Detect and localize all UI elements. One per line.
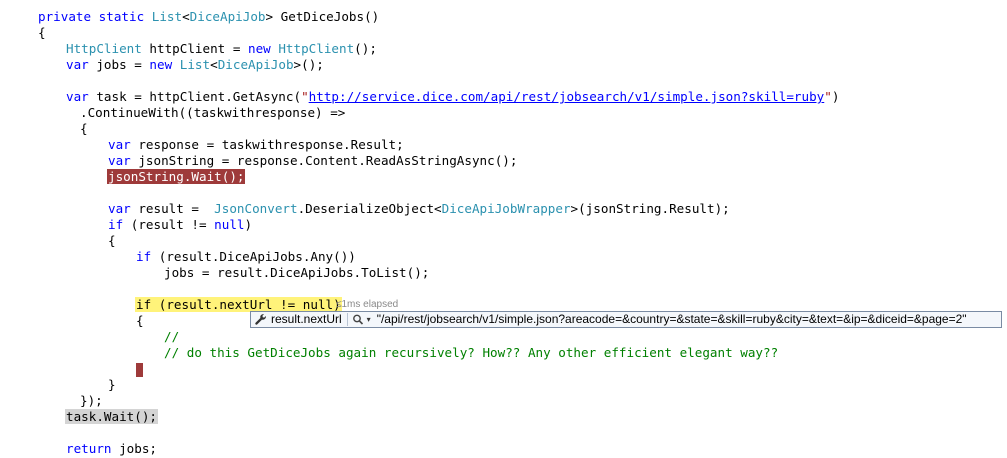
code-token: .ContinueWith((taskwithresponse) => <box>80 105 346 120</box>
code-line: var jobs = new List<DiceApiJob>(); <box>66 57 324 73</box>
code-editor[interactable]: private static List<DiceApiJob> GetDiceJ… <box>0 0 1007 458</box>
code-token: >(jsonString.Result); <box>570 201 730 216</box>
code-token: List <box>179 57 211 72</box>
code-token: jobs = <box>88 57 150 72</box>
code-token: { <box>80 121 88 136</box>
code-token: { <box>38 25 46 40</box>
code-token: (); <box>354 41 377 56</box>
current-statement-highlight[interactable]: if (result.nextUrl != null) <box>135 297 342 312</box>
wrench-icon[interactable] <box>253 312 269 327</box>
code-token: DiceApiJob <box>189 9 266 24</box>
code-line-breakpoint[interactable]: jsonString.Wait(); <box>107 169 246 185</box>
code-token: HttpClient <box>66 41 142 56</box>
code-token: var <box>108 137 131 152</box>
code-line: { <box>108 233 116 249</box>
code-token: response = taskwithresponse.Result; <box>130 137 404 152</box>
code-token: DiceApiJobWrapper <box>441 201 571 216</box>
code-token: null <box>214 217 245 232</box>
code-line: HttpClient httpClient = new HttpClient()… <box>66 41 377 57</box>
code-line: // <box>164 329 179 345</box>
magnifier-icon[interactable] <box>352 312 364 327</box>
code-token: >(); <box>293 57 324 72</box>
code-comment: // do this GetDiceJobs again recursively… <box>164 345 779 360</box>
code-line-breakpoint[interactable] <box>136 361 143 377</box>
code-token: ) <box>244 217 253 232</box>
code-token: jsonString = response.Content.ReadAsStri… <box>130 153 518 168</box>
code-line: task.Wait(); <box>65 409 158 425</box>
code-token: (result != <box>123 217 215 232</box>
code-line: if (result.DiceApiJobs.Any()) <box>136 249 356 265</box>
url-link[interactable]: http://service.dice.com/api/rest/jobsear… <box>309 89 825 104</box>
code-line: } <box>108 377 116 393</box>
code-token: { <box>136 313 144 328</box>
code-line: .ContinueWith((taskwithresponse) => <box>80 105 345 121</box>
code-line: return jobs; <box>66 441 157 457</box>
code-token: < <box>182 9 190 24</box>
code-token: } <box>108 377 116 392</box>
code-line-method-signature: private static List<DiceApiJob> GetDiceJ… <box>38 9 379 25</box>
code-token: jobs; <box>111 441 157 456</box>
datatip-expression: result.nextUrl <box>271 312 342 326</box>
code-token: var <box>66 57 89 72</box>
code-line: var task = httpClient.GetAsync("http://s… <box>66 89 839 105</box>
code-line: var response = taskwithresponse.Result; <box>108 137 404 153</box>
code-token: if <box>136 249 152 264</box>
code-token: DiceApiJob <box>217 57 294 72</box>
code-token: httpClient = <box>141 41 248 56</box>
code-line: }); <box>80 393 103 409</box>
code-token: new <box>149 57 180 72</box>
code-token: " <box>824 89 832 104</box>
code-line: if (result != null) <box>108 217 252 233</box>
debugger-datatip[interactable]: result.nextUrl ▾ "/api/rest/jobsearch/v1/… <box>250 311 1002 328</box>
code-line: // do this GetDiceJobs again recursively… <box>164 345 778 361</box>
code-token: if <box>108 217 124 232</box>
datatip-separator <box>346 313 348 326</box>
code-token: < <box>210 57 218 72</box>
code-token: }); <box>80 393 103 408</box>
code-token: jobs = result.DiceApiJobs.ToList(); <box>164 265 430 280</box>
code-line: jobs = result.DiceApiJobs.ToList(); <box>164 265 429 281</box>
code-token: .DeserializeObject< <box>297 201 442 216</box>
code-line: { <box>136 313 144 329</box>
code-token: var <box>108 153 131 168</box>
datatip-value[interactable]: "/api/rest/jobsearch/v1/simple.json?area… <box>377 312 967 326</box>
code-token: " <box>301 89 309 104</box>
code-comment: // <box>164 329 180 344</box>
breakpoint-marker[interactable] <box>136 362 143 377</box>
code-line: { <box>80 121 88 137</box>
code-token: HttpClient <box>278 41 355 56</box>
code-token: (result.DiceApiJobs.Any()) <box>151 249 356 264</box>
code-token: private static <box>38 9 152 24</box>
code-line: var result = JsonConvert.DeserializeObje… <box>108 201 730 217</box>
code-token: ) <box>831 89 840 104</box>
code-line: var jsonString = response.Content.ReadAs… <box>108 153 517 169</box>
chevron-down-icon[interactable]: ▾ <box>364 312 374 327</box>
code-token: List <box>151 9 183 24</box>
code-line: { <box>38 25 46 41</box>
code-token: task = httpClient.GetAsync( <box>88 89 302 104</box>
code-token: var <box>66 89 89 104</box>
code-token: new <box>247 41 279 56</box>
code-token: > GetDiceJobs() <box>265 9 380 24</box>
statement-highlight: task.Wait(); <box>65 409 158 424</box>
code-token: JsonConvert <box>214 201 298 216</box>
breakpoint-highlight[interactable]: jsonString.Wait(); <box>107 169 246 184</box>
code-token: result = <box>130 201 215 216</box>
code-token: var <box>108 201 131 216</box>
code-token: { <box>108 233 116 248</box>
code-token: return <box>66 441 112 456</box>
